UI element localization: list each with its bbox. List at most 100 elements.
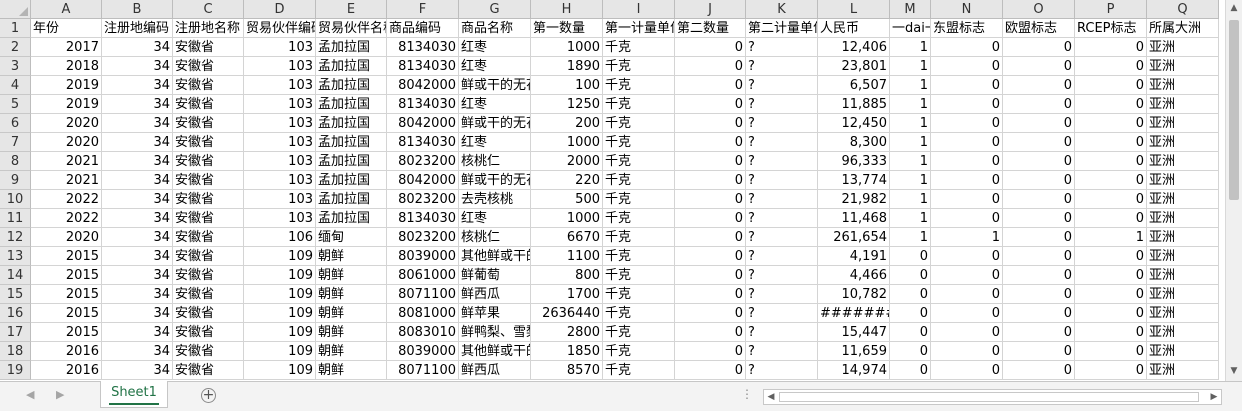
table-cell[interactable]: 亚洲	[1147, 228, 1219, 247]
table-cell[interactable]: 8023200	[387, 190, 459, 209]
table-cell[interactable]: 2800	[531, 323, 603, 342]
table-cell[interactable]: 0	[675, 114, 746, 133]
column-header-Q[interactable]: Q	[1147, 0, 1219, 19]
table-cell[interactable]: 0	[1075, 361, 1147, 380]
table-cell[interactable]: 220	[531, 171, 603, 190]
table-cell[interactable]: 安徽省	[173, 342, 244, 361]
table-cell[interactable]: 0	[1003, 304, 1075, 323]
table-cell[interactable]: 2000	[531, 152, 603, 171]
table-cell[interactable]: 2022	[31, 209, 102, 228]
table-cell[interactable]: 0	[931, 361, 1003, 380]
table-cell[interactable]: 千克	[603, 342, 675, 361]
table-cell[interactable]: 亚洲	[1147, 38, 1219, 57]
table-cell[interactable]: 8061000	[387, 266, 459, 285]
column-title-cell[interactable]: 第一计量单位	[603, 19, 675, 38]
table-cell[interactable]: 34	[102, 285, 173, 304]
table-cell[interactable]: 14,974	[818, 361, 890, 380]
table-cell[interactable]: 0	[675, 361, 746, 380]
table-cell[interactable]: ?	[746, 266, 818, 285]
scroll-down-icon[interactable]: ▼	[1226, 363, 1242, 380]
column-header-A[interactable]: A	[31, 0, 102, 19]
table-cell[interactable]: 8134030	[387, 38, 459, 57]
table-cell[interactable]: 4,466	[818, 266, 890, 285]
table-cell[interactable]: 8081000	[387, 304, 459, 323]
table-cell[interactable]: 0	[931, 57, 1003, 76]
table-cell[interactable]: 安徽省	[173, 190, 244, 209]
table-cell[interactable]: 1	[890, 209, 931, 228]
table-cell[interactable]: 孟加拉国	[316, 57, 387, 76]
table-cell[interactable]: 0	[675, 76, 746, 95]
row-header[interactable]: 16	[0, 304, 31, 323]
table-cell[interactable]: 1	[890, 152, 931, 171]
table-cell[interactable]: 1000	[531, 209, 603, 228]
table-cell[interactable]: 15,447	[818, 323, 890, 342]
table-cell[interactable]: 千克	[603, 114, 675, 133]
table-cell[interactable]: 0	[675, 285, 746, 304]
table-cell[interactable]: 34	[102, 304, 173, 323]
table-cell[interactable]: 1700	[531, 285, 603, 304]
row-header[interactable]: 8	[0, 152, 31, 171]
table-cell[interactable]: 8039000	[387, 342, 459, 361]
table-cell[interactable]: 安徽省	[173, 361, 244, 380]
table-cell[interactable]: 1250	[531, 95, 603, 114]
table-cell[interactable]: 8023200	[387, 228, 459, 247]
table-cell[interactable]: 8134030	[387, 95, 459, 114]
column-title-cell[interactable]: 年份	[31, 19, 102, 38]
table-cell[interactable]: 亚洲	[1147, 152, 1219, 171]
table-cell[interactable]: 0	[890, 342, 931, 361]
table-cell[interactable]: 0	[931, 38, 1003, 57]
table-cell[interactable]: 千克	[603, 323, 675, 342]
table-cell[interactable]: 1	[890, 171, 931, 190]
table-cell[interactable]: 8,300	[818, 133, 890, 152]
column-title-cell[interactable]: 贸易伙伴名称	[316, 19, 387, 38]
table-cell[interactable]: 0	[675, 95, 746, 114]
table-cell[interactable]: 安徽省	[173, 57, 244, 76]
table-cell[interactable]: 0	[675, 323, 746, 342]
table-cell[interactable]: 朝鲜	[316, 342, 387, 361]
column-title-cell[interactable]: 贸易伙伴编码	[244, 19, 316, 38]
table-cell[interactable]: 1000	[531, 38, 603, 57]
table-cell[interactable]: 103	[244, 57, 316, 76]
table-cell[interactable]: 2020	[31, 228, 102, 247]
table-cell[interactable]: 2015	[31, 247, 102, 266]
table-cell[interactable]: 孟加拉国	[316, 190, 387, 209]
table-cell[interactable]: 106	[244, 228, 316, 247]
column-title-cell[interactable]: 注册地名称	[173, 19, 244, 38]
table-cell[interactable]: 0	[1075, 304, 1147, 323]
column-title-cell[interactable]: 第二计量单位	[746, 19, 818, 38]
table-cell[interactable]: 34	[102, 361, 173, 380]
table-cell[interactable]: 红枣	[459, 57, 531, 76]
table-cell[interactable]: ?	[746, 57, 818, 76]
column-header-M[interactable]: M	[890, 0, 931, 19]
table-cell[interactable]: 2015	[31, 285, 102, 304]
row-header[interactable]: 10	[0, 190, 31, 209]
table-cell[interactable]: 0	[675, 190, 746, 209]
table-cell[interactable]: ?	[746, 285, 818, 304]
table-cell[interactable]: 安徽省	[173, 209, 244, 228]
table-cell[interactable]: 朝鲜	[316, 285, 387, 304]
table-cell[interactable]: 0	[931, 323, 1003, 342]
table-cell[interactable]: 0	[931, 266, 1003, 285]
table-cell[interactable]: 千克	[603, 285, 675, 304]
table-cell[interactable]: 核桃仁	[459, 228, 531, 247]
select-all-corner[interactable]	[0, 0, 31, 19]
table-cell[interactable]: 103	[244, 38, 316, 57]
table-cell[interactable]: 0	[1075, 342, 1147, 361]
table-cell[interactable]: 0	[1075, 152, 1147, 171]
table-cell[interactable]: 2019	[31, 76, 102, 95]
table-cell[interactable]: 0	[931, 95, 1003, 114]
table-cell[interactable]: 2016	[31, 342, 102, 361]
row-header[interactable]: 4	[0, 76, 31, 95]
table-cell[interactable]: 2020	[31, 114, 102, 133]
table-cell[interactable]: 8042000	[387, 171, 459, 190]
table-cell[interactable]: 1	[890, 190, 931, 209]
table-cell[interactable]: ?	[746, 247, 818, 266]
table-cell[interactable]: 8042000	[387, 76, 459, 95]
table-cell[interactable]: 0	[1003, 323, 1075, 342]
table-cell[interactable]: 34	[102, 76, 173, 95]
table-cell[interactable]: 0	[890, 247, 931, 266]
table-cell[interactable]: 6670	[531, 228, 603, 247]
column-title-cell[interactable]: 人民币	[818, 19, 890, 38]
table-cell[interactable]: 34	[102, 38, 173, 57]
scroll-up-icon[interactable]: ▲	[1226, 0, 1242, 17]
